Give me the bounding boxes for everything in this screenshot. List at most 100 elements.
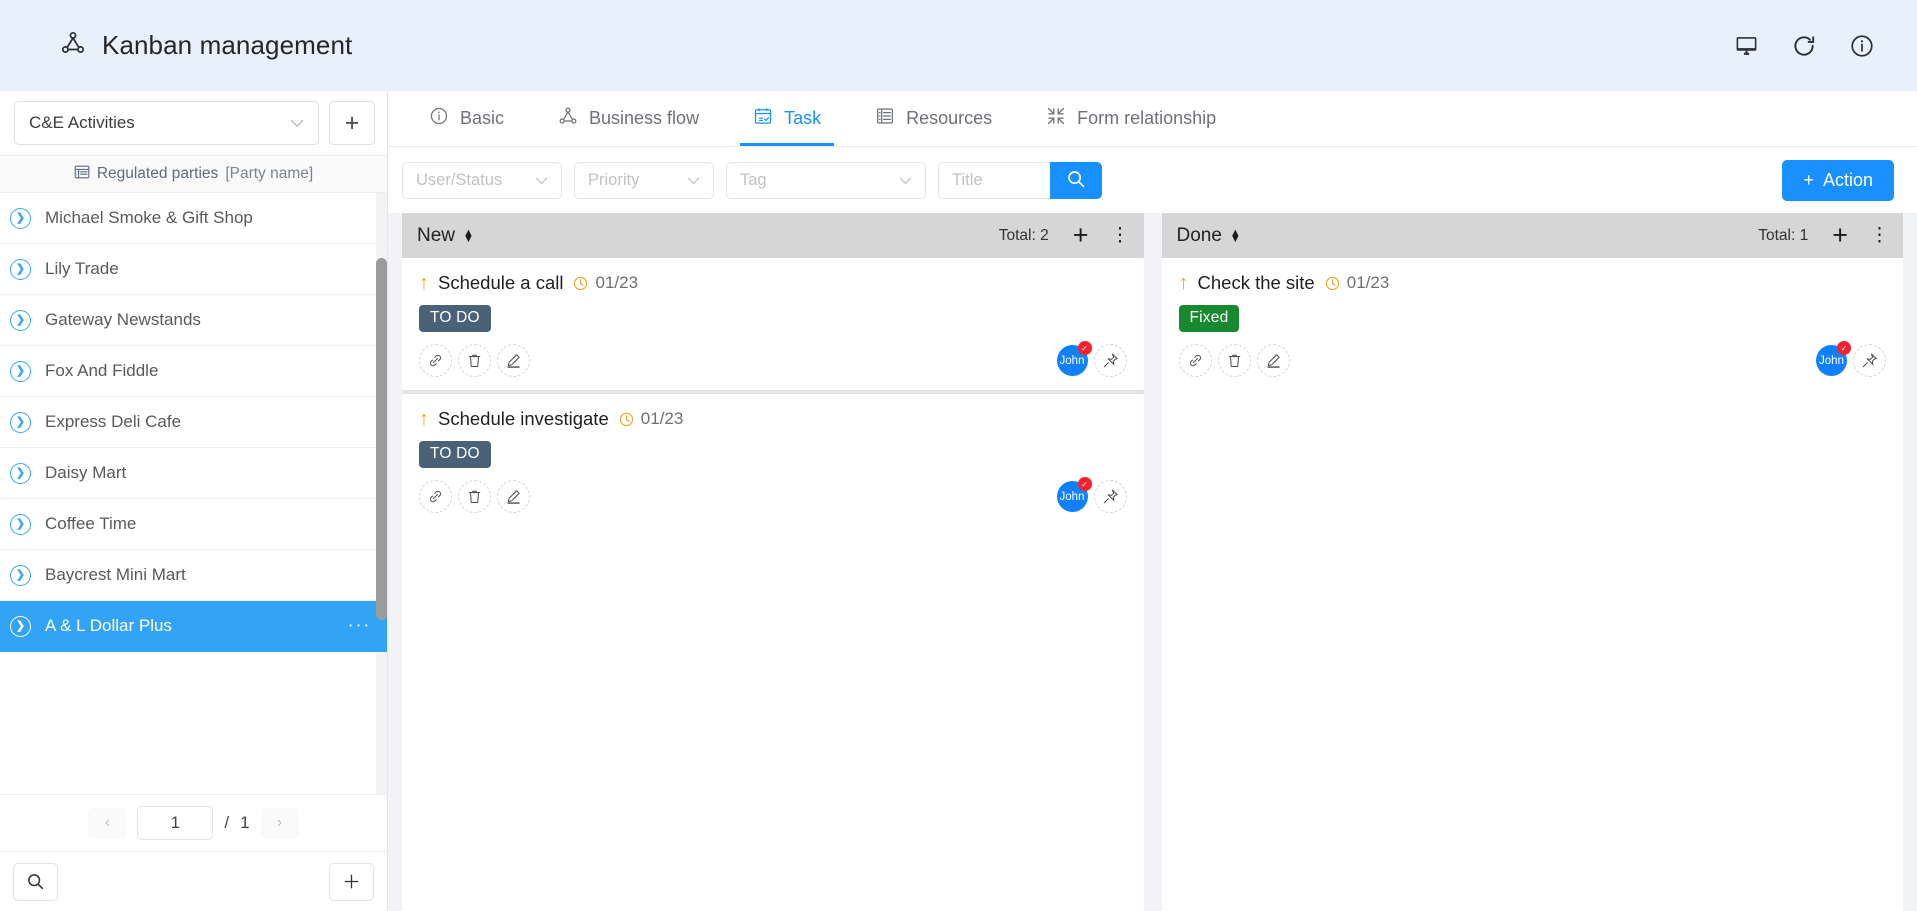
user-status-filter[interactable]: User/Status bbox=[402, 161, 562, 199]
task-title: Check the site bbox=[1197, 272, 1315, 293]
status-badge: TO DO bbox=[419, 305, 491, 332]
trash-icon[interactable] bbox=[1217, 344, 1251, 377]
edit-pencil-icon[interactable] bbox=[1256, 344, 1290, 377]
avatar[interactable]: John ✓ bbox=[1816, 341, 1851, 376]
chevron-down-icon bbox=[687, 171, 700, 190]
sidebar-subheader: Regulated parties [Party name] bbox=[0, 155, 387, 193]
next-page-button[interactable]: › bbox=[260, 807, 299, 839]
list-item-label: Gateway Newstands bbox=[45, 310, 201, 329]
arrow-up-icon: ↑ bbox=[419, 272, 429, 294]
list-item-more-button[interactable]: ··· bbox=[348, 616, 371, 635]
main-panel: Basic Business flow Task Resources Form rela… bbox=[388, 91, 1917, 911]
task-title: Schedule investigate bbox=[438, 408, 609, 429]
pin-icon[interactable] bbox=[1853, 344, 1886, 377]
link-icon[interactable] bbox=[419, 344, 452, 377]
task-card[interactable]: ↑ Schedule investigate 01/23 TO DO John … bbox=[402, 394, 1144, 526]
chevron-right-icon: ❯ bbox=[10, 258, 31, 280]
task-card-header: ↑ Schedule a call 01/23 bbox=[419, 272, 1127, 294]
link-icon[interactable] bbox=[1178, 344, 1212, 377]
priority-filter[interactable]: Priority bbox=[574, 161, 714, 199]
list-item[interactable]: ❯ Gateway Newstands bbox=[0, 295, 387, 346]
sidebar: C&E Activities + Regulated parties [Part… bbox=[0, 91, 388, 911]
list-item[interactable]: ❯ Coffee Time bbox=[0, 499, 387, 550]
list-item-label: Baycrest Mini Mart bbox=[45, 565, 186, 584]
chevron-right-icon: ❯ bbox=[10, 411, 31, 433]
collapse-arrows-icon bbox=[1046, 106, 1066, 131]
list-item[interactable]: ❯ A & L Dollar Plus ··· bbox=[0, 601, 387, 652]
info-icon[interactable] bbox=[1843, 27, 1881, 65]
add-task-button[interactable]: + bbox=[1832, 222, 1848, 249]
title-input[interactable] bbox=[938, 161, 1050, 199]
avatar[interactable]: John ✓ bbox=[1056, 341, 1092, 376]
add-action-button[interactable]: + Action bbox=[1782, 159, 1894, 201]
column-more-button[interactable]: ⋮ bbox=[1111, 226, 1131, 245]
list-item[interactable]: ❯ Express Deli Cafe bbox=[0, 397, 387, 448]
add-action-label: Action bbox=[1822, 169, 1873, 190]
list-item-label: Daisy Mart bbox=[45, 463, 127, 482]
page-number-input[interactable]: 1 bbox=[137, 806, 214, 840]
plus-icon[interactable] bbox=[329, 862, 374, 901]
chevron-right-icon: ❯ bbox=[10, 360, 31, 382]
arrow-up-icon: ↑ bbox=[1178, 272, 1189, 294]
search-button[interactable] bbox=[1050, 161, 1102, 199]
info-circle-icon bbox=[429, 106, 449, 131]
tab-task[interactable]: Task bbox=[726, 91, 848, 146]
task-card-footer-right: John ✓ bbox=[1056, 341, 1127, 377]
sort-icon[interactable]: ▲ ▼ bbox=[1230, 227, 1241, 244]
filter-bar: User/Status Priority Tag Title + Action bbox=[388, 147, 1917, 213]
trash-icon[interactable] bbox=[458, 344, 491, 377]
sidebar-subheader-field: [Party name] bbox=[225, 165, 314, 182]
monitor-icon[interactable] bbox=[1727, 27, 1765, 65]
list-item[interactable]: ❯ Fox And Fiddle bbox=[0, 346, 387, 397]
edit-pencil-icon[interactable] bbox=[497, 344, 530, 377]
add-activity-button[interactable]: + bbox=[329, 101, 375, 145]
task-due-date: 01/23 bbox=[1346, 273, 1390, 292]
list-item[interactable]: ❯ Daisy Mart bbox=[0, 448, 387, 499]
avatar-name: John bbox=[1059, 354, 1085, 367]
link-icon[interactable] bbox=[419, 480, 452, 513]
tab-form-relationship[interactable]: Form relationship bbox=[1019, 91, 1243, 146]
task-card-footer-right: John ✓ bbox=[1056, 477, 1127, 513]
tab-business-flow[interactable]: Business flow bbox=[531, 91, 726, 146]
edit-pencil-icon[interactable] bbox=[497, 480, 530, 513]
sort-icon[interactable]: ▲ ▼ bbox=[463, 227, 474, 244]
pin-icon[interactable] bbox=[1093, 480, 1127, 513]
tab-basic[interactable]: Basic bbox=[402, 91, 531, 146]
list-item[interactable]: ❯ Baycrest Mini Mart bbox=[0, 550, 387, 601]
sidebar-top: C&E Activities + bbox=[0, 91, 387, 155]
list-item[interactable]: ❯ Lily Trade bbox=[0, 244, 387, 295]
table-icon bbox=[74, 164, 90, 185]
clock-icon bbox=[1324, 275, 1341, 292]
column-body: ↑ Check the site 01/23 Fixed John ✓ bbox=[1161, 258, 1903, 911]
search-icon[interactable] bbox=[13, 862, 58, 901]
add-task-button[interactable]: + bbox=[1073, 222, 1089, 249]
chevron-right-icon: ❯ bbox=[10, 309, 31, 331]
tag-filter[interactable]: Tag bbox=[726, 161, 926, 199]
task-card[interactable]: ↑ Schedule a call 01/23 TO DO John ✓ bbox=[402, 258, 1144, 394]
tab-label: Task bbox=[784, 108, 822, 128]
pin-icon[interactable] bbox=[1093, 344, 1127, 377]
column-total: Total: 2 bbox=[998, 226, 1049, 244]
task-card-footer: John ✓ bbox=[419, 477, 1127, 513]
avatar-badge: ✓ bbox=[1077, 477, 1092, 491]
sidebar-scrollbar[interactable] bbox=[376, 258, 387, 620]
avatar-name: John bbox=[1059, 490, 1085, 503]
avatar[interactable]: John ✓ bbox=[1056, 477, 1092, 512]
chevron-right-icon: ❯ bbox=[10, 564, 31, 586]
chevron-down-icon bbox=[535, 171, 548, 190]
tab-resources[interactable]: Resources bbox=[848, 91, 1019, 146]
task-due-date: 01/23 bbox=[595, 273, 639, 292]
tab-label: Business flow bbox=[589, 108, 700, 128]
task-card-header: ↑ Schedule investigate 01/23 bbox=[419, 408, 1127, 430]
top-bar-actions bbox=[1727, 27, 1881, 65]
list-item[interactable]: ❯ Michael Smoke & Gift Shop bbox=[0, 193, 387, 244]
activity-selector[interactable]: C&E Activities bbox=[14, 101, 319, 145]
trash-icon[interactable] bbox=[458, 480, 491, 513]
chevron-down-icon bbox=[290, 117, 304, 130]
task-card[interactable]: ↑ Check the site 01/23 Fixed John ✓ bbox=[1161, 258, 1903, 390]
kanban-app: Kanban management C&E Activities + Regul… bbox=[0, 0, 1917, 911]
column-more-button[interactable]: ⋮ bbox=[1870, 226, 1890, 245]
prev-page-button[interactable]: ‹ bbox=[88, 807, 127, 839]
tab-label: Basic bbox=[460, 108, 505, 128]
refresh-icon[interactable] bbox=[1785, 27, 1823, 65]
